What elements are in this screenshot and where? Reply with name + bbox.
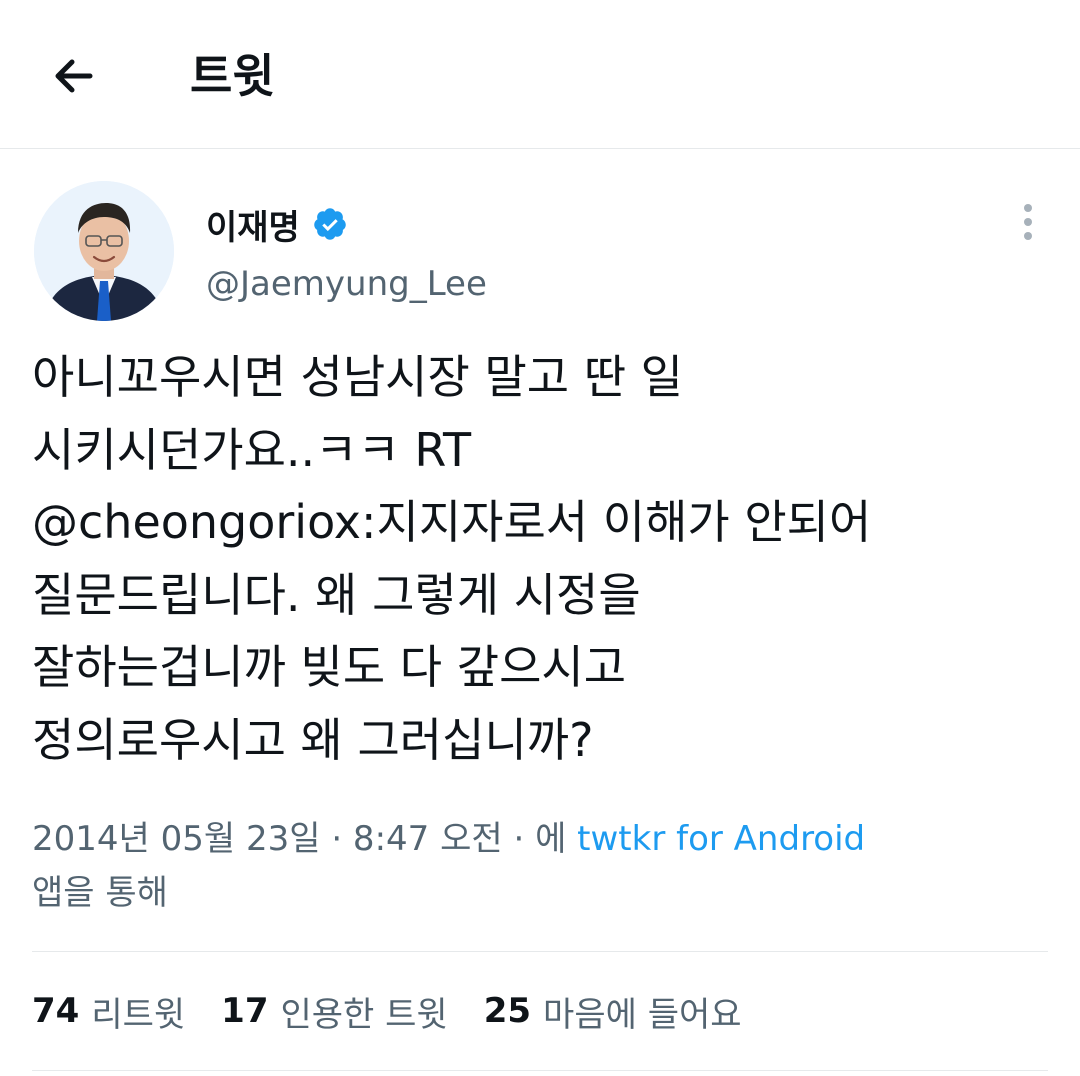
- more-options-button[interactable]: [1008, 200, 1048, 244]
- tweet-text-line: 정의로우시고 왜 그러십니까?: [32, 712, 594, 767]
- tweet-text-line: 질문드립니다. 왜 그렇게 시정을: [32, 567, 641, 622]
- tweet-text-line: 시키시던가요..ㅋㅋ RT: [32, 422, 472, 477]
- display-name: 이재명: [206, 207, 300, 248]
- quote-tweets-stat[interactable]: 17 인용한 트윗: [221, 987, 448, 1036]
- arrow-left-icon: [55, 59, 93, 93]
- tweet-text-line: 잘하는겁니까 빚도 다 갚으시고: [32, 640, 627, 695]
- quote-label: 인용한 트윗: [280, 994, 448, 1035]
- avatar[interactable]: [34, 181, 174, 321]
- engagement-stats: 74 리트윗 17 인용한 트윗 25 마음에 들어요: [32, 986, 778, 1036]
- retweet-count: 74: [32, 991, 80, 1031]
- tweet-timestamp[interactable]: 2014년 05월 23일 · 8:47 오전 · 에: [32, 819, 577, 859]
- tweet-text: 아니꼬우시면 성남시장 말고 딴 일 시키시던가요..ㅋㅋ RT @cheong…: [32, 341, 1052, 777]
- retweets-stat[interactable]: 74 리트윗: [32, 987, 185, 1036]
- author-name-row[interactable]: 이재명: [206, 196, 348, 252]
- more-vertical-icon: [1024, 204, 1032, 240]
- back-button[interactable]: [44, 46, 104, 106]
- like-count: 25: [483, 991, 532, 1031]
- retweet-label: 리트윗: [91, 994, 186, 1035]
- author-handle[interactable]: @Jaemyung_Lee: [206, 262, 487, 306]
- divider: [32, 951, 1048, 952]
- tweet-text-line: 아니꼬우시면 성남시장 말고 딴 일: [32, 350, 683, 404]
- verified-badge-icon: [312, 206, 348, 242]
- tweet-source-suffix: 앱을 통해: [32, 873, 168, 913]
- top-app-bar: 트윗: [0, 0, 1080, 149]
- tweet-source-link[interactable]: twtkr for Android: [577, 819, 865, 859]
- divider: [32, 1070, 1048, 1071]
- quote-count: 17: [221, 991, 269, 1031]
- tweet-metadata: 2014년 05월 23일 · 8:47 오전 · 에 twtkr for An…: [32, 812, 1052, 920]
- page-title: 트윗: [190, 49, 275, 103]
- likes-stat[interactable]: 25 마음에 들어요: [484, 987, 742, 1036]
- profile-photo: [34, 181, 174, 321]
- like-label: 마음에 들어요: [543, 994, 742, 1035]
- tweet-text-line: @cheongoriox:지지자로서 이해가 안되어: [32, 495, 872, 550]
